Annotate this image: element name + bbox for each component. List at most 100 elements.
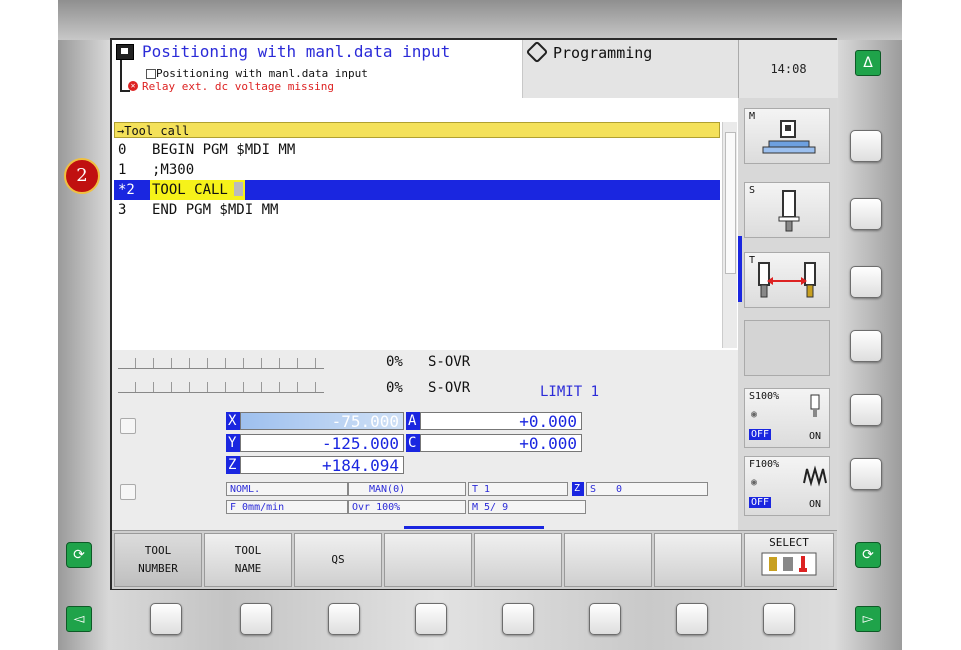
vertical-softkey-1[interactable] <box>850 130 882 162</box>
programming-mode-label: Programming <box>553 44 653 62</box>
spindle-override-bar <box>118 358 324 369</box>
horizontal-softkey-1[interactable] <box>150 603 182 635</box>
dial-icon: ◉ <box>751 409 758 420</box>
line-code: ;M300 <box>152 162 195 178</box>
status-noml: NOML. <box>226 482 348 496</box>
editor-scrollbar[interactable] <box>722 122 737 348</box>
select-icons <box>761 552 817 576</box>
line-number: *2 <box>118 182 135 198</box>
bezel-top-strip <box>58 0 902 40</box>
status-view-icon <box>120 484 136 500</box>
line-number: 0 <box>118 142 127 158</box>
empty-softkey-7[interactable] <box>654 533 742 587</box>
empty-vertical-softkey[interactable] <box>744 320 830 376</box>
vertical-softkey-2[interactable] <box>850 198 882 230</box>
program-editor[interactable]: →Tool call 0 BEGIN PGM $MDI MM 1 ;M300 *… <box>112 120 738 350</box>
empty-softkey-5[interactable] <box>474 533 562 587</box>
error-message: Relay ext. dc voltage missing <box>142 80 335 93</box>
position-display: X -75.000 Y -125.000 Z +184.094 A +0.000… <box>112 408 738 520</box>
horizontal-softkey-7[interactable] <box>676 603 708 635</box>
line-number: 1 <box>118 162 127 178</box>
line-code: BEGIN PGM $MDI MM <box>152 142 296 158</box>
softkey-row-right-button[interactable]: ⟳ <box>855 542 881 568</box>
spindle-small-icon <box>810 394 820 417</box>
override-percent-1: 0% <box>386 354 403 370</box>
select-softkey[interactable]: SELECT <box>744 533 834 587</box>
empty-softkey-6[interactable] <box>564 533 652 587</box>
empty-softkey-4[interactable] <box>384 533 472 587</box>
softkey-label: QS <box>331 553 345 566</box>
status-override: Ovr 100% <box>348 500 466 514</box>
axis-label-x: X <box>226 412 240 430</box>
override-label-2: S-OVR <box>428 380 471 396</box>
tool-change-icon <box>758 262 816 298</box>
status-spindle-value: 0 <box>616 484 623 495</box>
axis-value-y: -125.000 <box>240 434 404 453</box>
scrollbar-thumb[interactable] <box>725 132 736 274</box>
header-spacer <box>112 98 738 121</box>
line-code-text: TOOL CALL <box>152 182 228 198</box>
horizontal-softkey-2[interactable] <box>240 603 272 635</box>
softkey-bar: TOOL NUMBER TOOL NAME QS SELECT <box>112 530 837 589</box>
mdi-mode-icon <box>116 44 134 60</box>
feed-wave-icon <box>803 465 827 487</box>
page-left-button[interactable]: ◅ <box>66 606 92 632</box>
program-line[interactable]: 3 END PGM $MDI MM <box>114 200 720 220</box>
page-right-button[interactable]: ▻ <box>855 606 881 632</box>
horizontal-softkey-5[interactable] <box>502 603 534 635</box>
status-tool: T 1 <box>468 482 568 496</box>
vertical-softkey-4[interactable] <box>850 330 882 362</box>
line-code: END PGM $MDI MM <box>152 202 279 218</box>
vertical-softkey-6[interactable] <box>850 458 882 490</box>
feed-override-toggle[interactable]: F100% OFF ON ◉ <box>744 456 830 516</box>
tnc-screen: Positioning with manl.data input Positio… <box>110 38 838 590</box>
home-icon <box>146 69 156 79</box>
softkey-label: TOOL <box>234 544 262 557</box>
feed-on-label: ON <box>809 499 822 510</box>
programming-mode-tab[interactable]: Programming <box>522 40 739 98</box>
horizontal-softkey-8[interactable] <box>763 603 795 635</box>
machine-table-icon <box>762 120 816 154</box>
axis-label-a: A <box>406 412 420 430</box>
program-line[interactable]: 1 ;M300 <box>114 160 720 180</box>
horizontal-softkey-6[interactable] <box>589 603 621 635</box>
spindle-icon <box>778 190 800 232</box>
m-function-softkey[interactable]: M <box>744 108 830 164</box>
softkey-label: TOOL <box>144 544 172 557</box>
softkey-scroll-indicator <box>738 236 742 302</box>
tool-name-softkey[interactable]: TOOL NAME <box>204 533 292 587</box>
tool-number-softkey[interactable]: TOOL NUMBER <box>114 533 202 587</box>
program-line-selected[interactable]: *2 TOOL CALL <box>114 180 720 200</box>
softkey-row-left-button[interactable]: ⟳ <box>66 542 92 568</box>
dial-icon: ◉ <box>751 477 758 488</box>
mode-subtitle: Positioning with manl.data input <box>156 67 368 80</box>
program-line[interactable]: 0 BEGIN PGM $MDI MM <box>114 140 720 160</box>
spindle-off-label: OFF <box>749 429 772 440</box>
axis-value-c: +0.000 <box>420 434 582 453</box>
override-label-1: S-OVR <box>428 354 471 370</box>
error-icon: ✕ <box>128 81 138 91</box>
status-mfunction: M 5/ 9 <box>468 500 586 514</box>
override-panel: 0% S-OVR 0% S-OVR LIMIT 1 <box>112 350 738 408</box>
line-number: 3 <box>118 202 127 218</box>
vertical-softkey-3[interactable] <box>850 266 882 298</box>
spindle-softkey[interactable]: S <box>744 182 830 238</box>
vertical-softkey-5[interactable] <box>850 394 882 426</box>
position-mode-icon <box>120 418 136 434</box>
text-cursor <box>233 182 243 196</box>
qs-softkey[interactable]: QS <box>294 533 382 587</box>
override-percent-2: 0% <box>386 380 403 396</box>
line-code-active: TOOL CALL <box>150 180 245 200</box>
spindle-override-toggle[interactable]: S100% OFF ON ◉ <box>744 388 830 448</box>
screen-switch-up-button[interactable]: Δ <box>855 50 881 76</box>
limit-indicator: LIMIT 1 <box>540 384 600 400</box>
tool-softkey[interactable]: T <box>744 252 830 308</box>
spindle-on-label: ON <box>809 431 822 442</box>
axis-label-z: Z <box>226 456 240 474</box>
horizontal-softkey-4[interactable] <box>415 603 447 635</box>
clock: 14:08 <box>738 40 838 98</box>
status-tool-axis: Z <box>572 482 584 496</box>
operating-mode-title: Positioning with manl.data input <box>142 42 451 61</box>
programming-mode-icon <box>525 40 549 64</box>
horizontal-softkey-3[interactable] <box>328 603 360 635</box>
